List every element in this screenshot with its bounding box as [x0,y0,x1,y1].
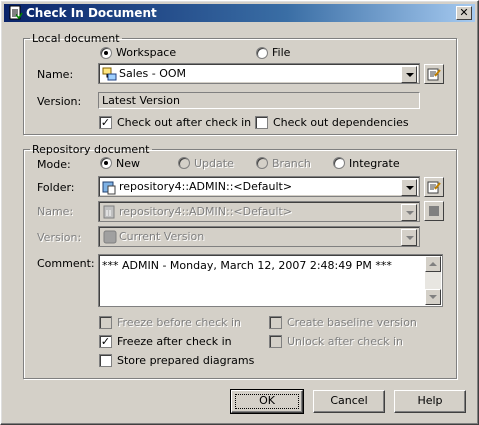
window-title: Check In Document [26,6,157,20]
folder-label: Folder: [37,181,75,194]
disabled-properties-icon [429,206,439,216]
close-icon: ✕ [459,6,469,19]
properties-icon [427,181,441,194]
freeze-before-checkbox[interactable] [99,316,112,329]
unlock-after-label[interactable]: Unlock after check in [287,335,403,348]
cancel-button-label: Cancel [330,394,368,407]
mode-branch-label[interactable]: Branch [272,157,311,170]
freeze-after-checkbox[interactable]: ✓ [99,335,112,348]
repository-document-legend: Repository document [32,143,150,156]
help-button-label: Help [417,394,443,407]
checkout-after-label[interactable]: Check out after check in [117,116,251,129]
folder-dropdown-arrow[interactable] [401,179,417,196]
freeze-before-label[interactable]: Freeze before check in [117,316,241,329]
comment-value: *** ADMIN - Monday, March 12, 2007 2:48:… [102,259,392,272]
repo-version-value: Current Version [119,230,205,243]
check-in-dialog: Check In Document ✕ Local document Works… [0,0,479,425]
folder-combo[interactable]: repository4::ADMIN::<Default> [98,176,420,197]
folder-properties-button[interactable] [424,177,444,197]
mode-update-radio[interactable] [178,157,190,169]
mode-label: Mode: [37,158,71,171]
cancel-button[interactable]: Cancel [313,390,385,413]
document-icon [9,5,23,20]
create-baseline-label[interactable]: Create baseline version [287,316,417,329]
create-baseline-checkbox[interactable] [269,316,282,329]
checkout-dependencies-label[interactable]: Check out dependencies [273,116,409,129]
local-version-value: Latest Version [102,94,180,107]
repo-version-combo[interactable]: Current Version [98,226,420,247]
store-prepared-checkbox[interactable] [99,354,112,367]
mode-update-label[interactable]: Update [194,157,234,170]
scroll-up-button[interactable] [425,256,441,272]
local-name-combo[interactable]: Sales - OOM [98,63,420,84]
comment-textarea[interactable]: *** ADMIN - Monday, March 12, 2007 2:48:… [98,254,443,307]
local-name-value: Sales - OOM [119,67,187,80]
freeze-after-label[interactable]: Freeze after check in [117,335,232,348]
ok-button[interactable]: OK [230,389,304,414]
local-properties-button[interactable] [424,64,444,84]
local-name-dropdown-arrow[interactable] [401,66,417,83]
repo-name-label: Name: [37,205,74,218]
mode-branch-radio[interactable] [256,157,268,169]
repo-version-label: Version: [37,231,82,244]
title-bar[interactable]: Check In Document ✕ [4,4,475,22]
checkout-after-checkbox[interactable]: ✓ [99,116,112,129]
repository-folder-icon [102,181,116,195]
mode-new-radio[interactable] [100,157,112,169]
checkout-dependencies-checkbox[interactable] [255,116,268,129]
help-button[interactable]: Help [394,390,466,413]
unlock-after-checkbox[interactable] [269,335,282,348]
local-version-field: Latest Version [98,92,420,109]
mode-new-label[interactable]: New [116,157,140,170]
model-icon [102,67,117,81]
repo-name-dropdown-arrow[interactable] [401,204,417,221]
local-name-label: Name: [37,68,74,81]
store-prepared-label[interactable]: Store prepared diagrams [117,354,254,367]
mode-integrate-radio[interactable] [333,157,345,169]
properties-icon [427,68,441,81]
repo-name-value: repository4::ADMIN::<Default> [119,205,293,218]
version-icon [103,230,117,244]
workspace-radio[interactable] [100,47,112,59]
focus-rect [235,394,299,409]
close-button[interactable]: ✕ [456,6,472,20]
file-radio[interactable] [256,47,268,59]
repo-name-combo[interactable]: repository4::ADMIN::<Default> [98,201,420,222]
local-version-label: Version: [37,95,82,108]
repository-document-icon [103,205,115,219]
file-radio-label[interactable]: File [272,46,290,59]
folder-value: repository4::ADMIN::<Default> [119,180,293,193]
checkmark-icon: ✓ [100,116,111,129]
local-document-legend: Local document [32,32,120,45]
repo-version-dropdown-arrow[interactable] [401,229,417,246]
comment-scrollbar[interactable] [425,256,441,305]
comment-label: Comment: [37,257,95,270]
mode-integrate-label[interactable]: Integrate [349,157,400,170]
scroll-down-button[interactable] [425,289,441,305]
repo-name-properties-button[interactable] [424,201,444,221]
workspace-radio-label[interactable]: Workspace [116,46,176,59]
checkmark-icon: ✓ [100,335,111,348]
